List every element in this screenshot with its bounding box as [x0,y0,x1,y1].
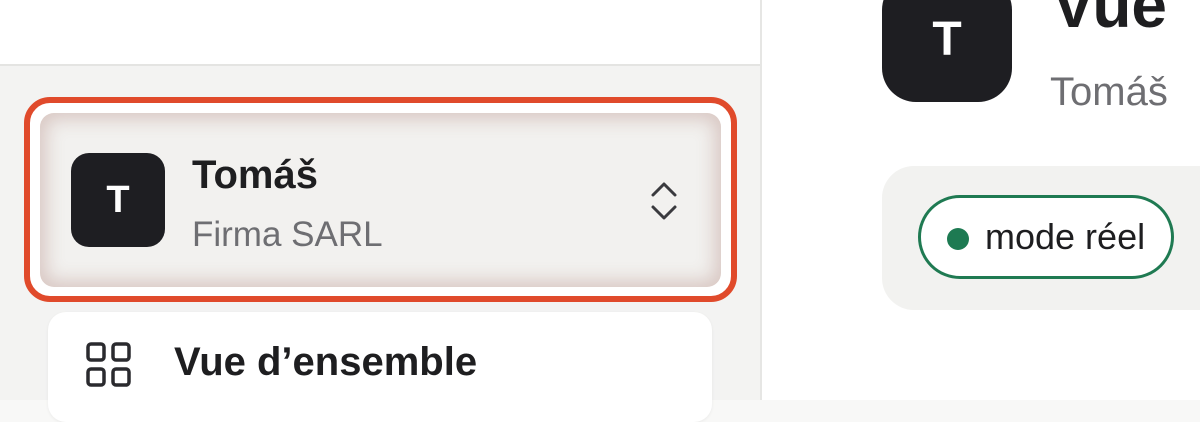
page-title: Vue [1052,0,1167,41]
status-badge: mode réel [918,195,1175,279]
page-subtitle: Tomáš [1050,70,1168,114]
chevron-up-down-icon [651,182,677,220]
avatar-initial: T [932,12,962,66]
account-switcher-button[interactable]: T Tomáš Firma SARL [40,113,721,287]
main-content: T Vue Tomáš mode réel [762,0,1200,400]
status-card: mode réel [882,166,1200,310]
sidebar: T Tomáš Firma SARL Vue d’ensemble [0,0,762,422]
account-organization: Firma SARL [192,215,383,254]
avatar: T [71,153,165,247]
status-label: mode réel [985,216,1146,257]
sidebar-item-label: Vue d’ensemble [174,340,478,384]
account-name: Tomáš [192,153,318,197]
status-dot-icon [947,228,969,250]
sidebar-header [0,0,760,66]
grid-icon [86,342,131,387]
sidebar-item-overview[interactable]: Vue d’ensemble [48,312,712,422]
page-avatar: T [882,0,1012,102]
avatar-initial: T [106,178,130,221]
